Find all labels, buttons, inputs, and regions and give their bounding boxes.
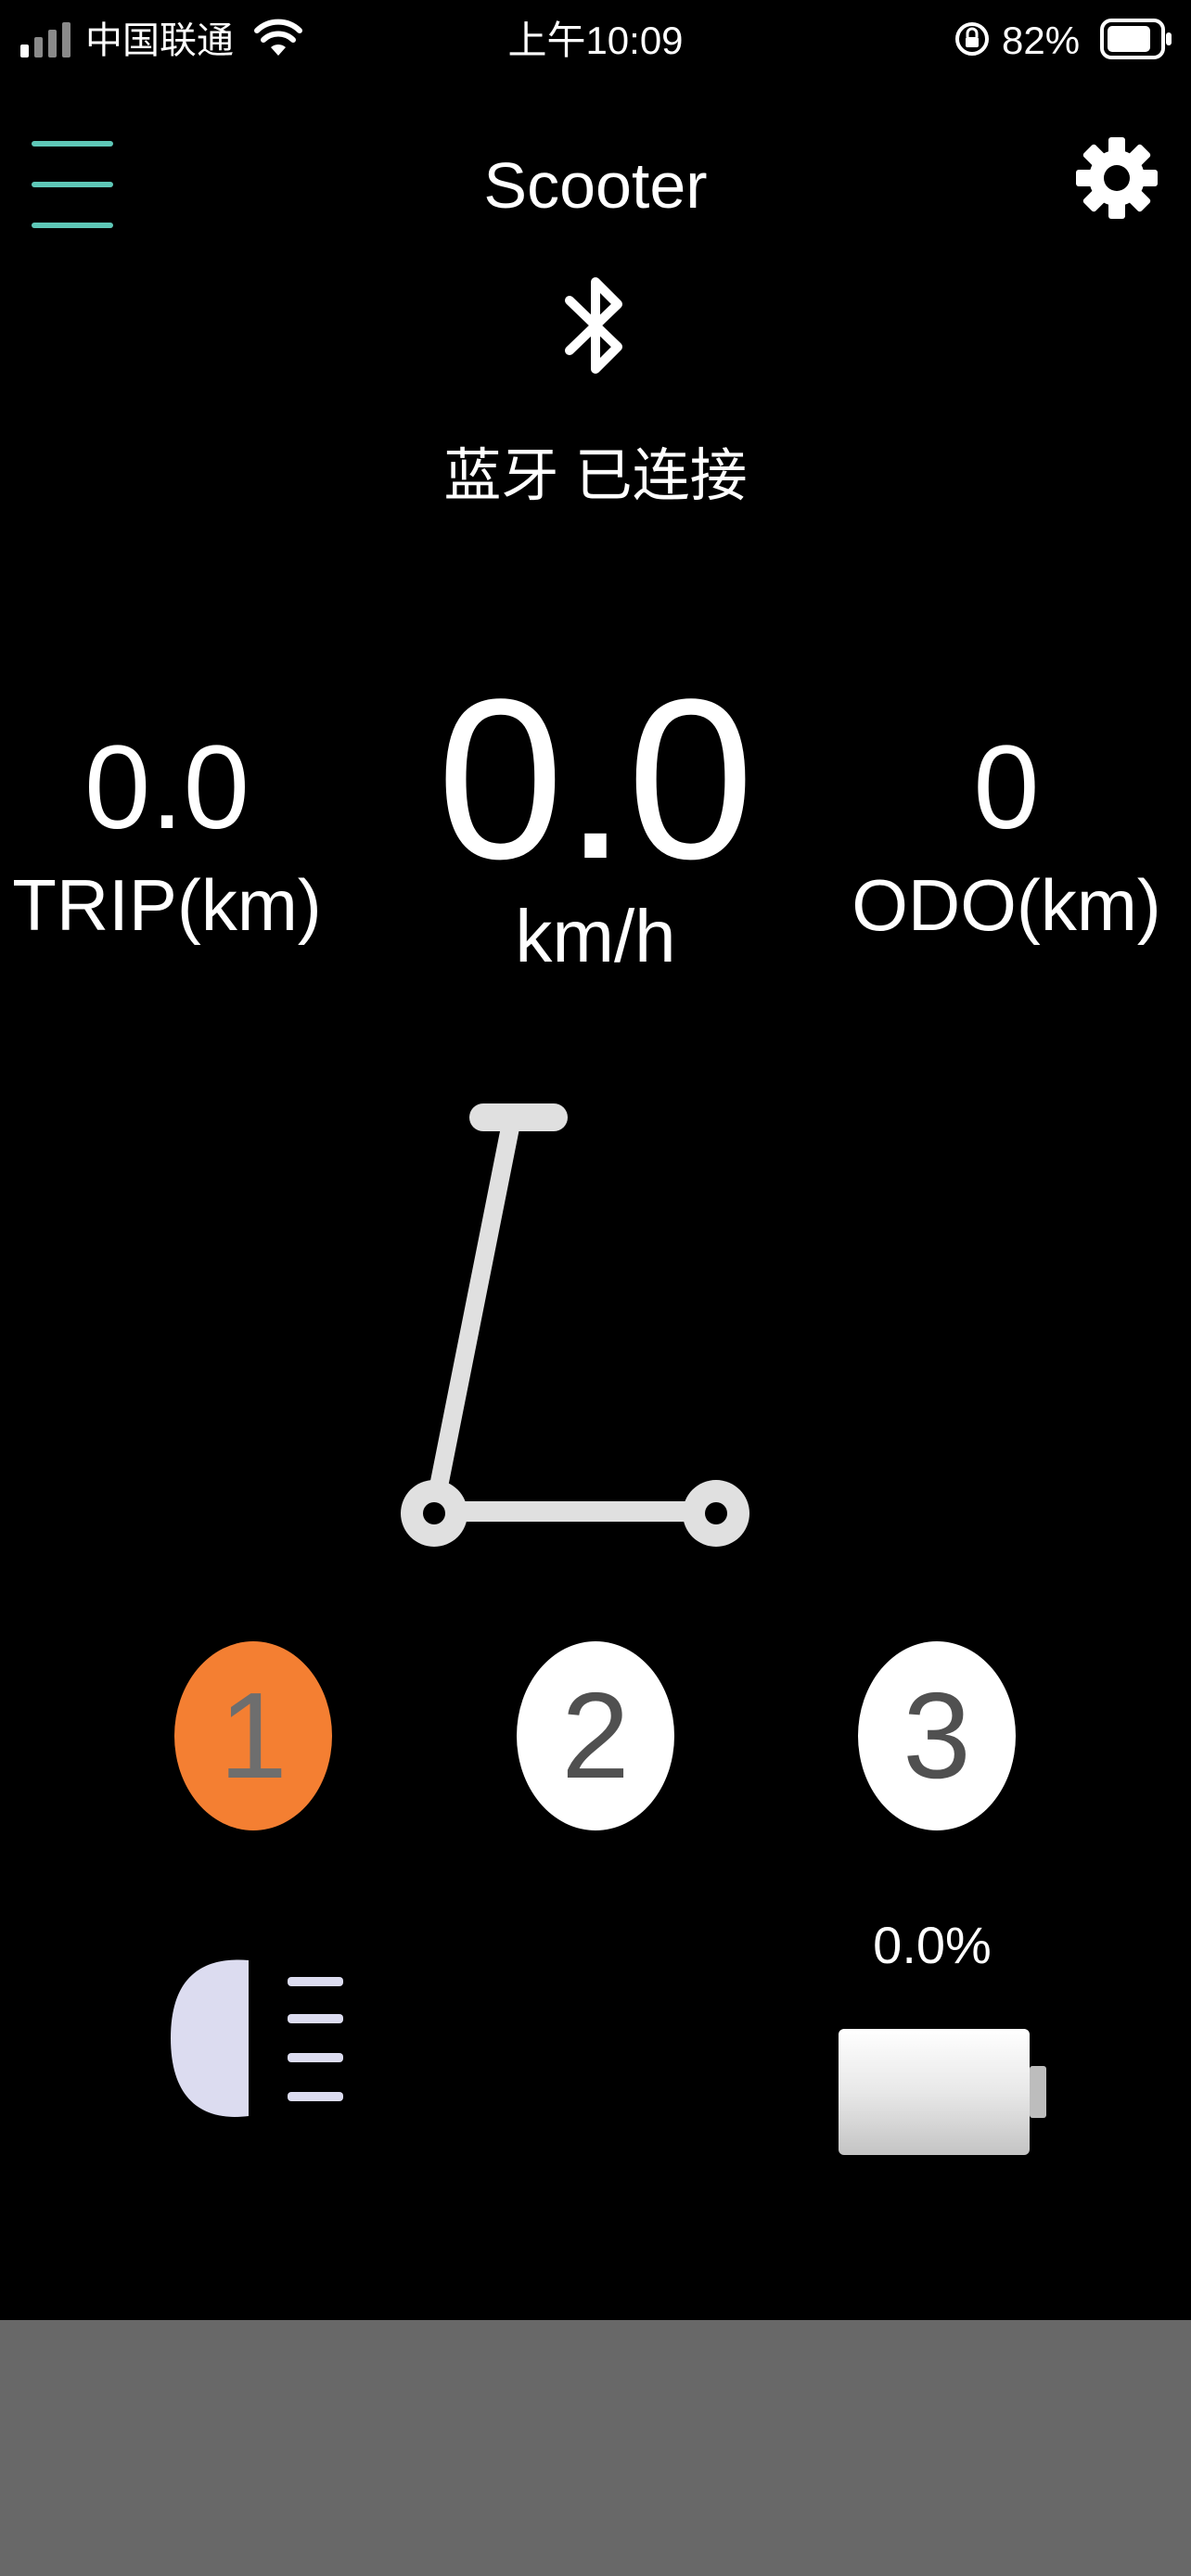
headlight-icon[interactable]	[167, 1957, 352, 2123]
odo-unit: ODO(km)	[852, 864, 1161, 946]
trip-unit: TRIP(km)	[12, 864, 322, 946]
gear-icon[interactable]	[1076, 137, 1158, 219]
odo-value: 0	[973, 721, 1040, 854]
mode-3-button[interactable]: 3	[858, 1641, 1016, 1830]
mode-2-button[interactable]: 2	[517, 1641, 674, 1830]
trip-value: 0.0	[84, 721, 250, 854]
page-title: Scooter	[483, 149, 708, 222]
trip-stat: 0.0 TRIP(km)	[0, 723, 334, 951]
speed-stat: 0.0 km/h	[410, 666, 781, 983]
battery-level-text: 0.0%	[873, 1916, 992, 1974]
bottom-panel	[0, 2320, 1191, 2576]
odo-stat: 0 ODO(km)	[844, 723, 1169, 951]
scooter-illustration	[401, 1103, 749, 1547]
speed-value: 0.0	[437, 652, 754, 907]
battery-icon	[839, 2029, 1046, 2155]
status-battery-percent: 82%	[1002, 19, 1081, 62]
mode-1-button[interactable]: 1	[174, 1641, 332, 1830]
rotation-lock-icon	[955, 22, 989, 56]
system-battery-icon	[1100, 19, 1172, 59]
status-bar: 中国联通 上午10:09 82%	[0, 0, 1191, 82]
bluetooth-status: 蓝牙 已连接	[443, 444, 748, 508]
bluetooth-icon	[565, 277, 622, 374]
